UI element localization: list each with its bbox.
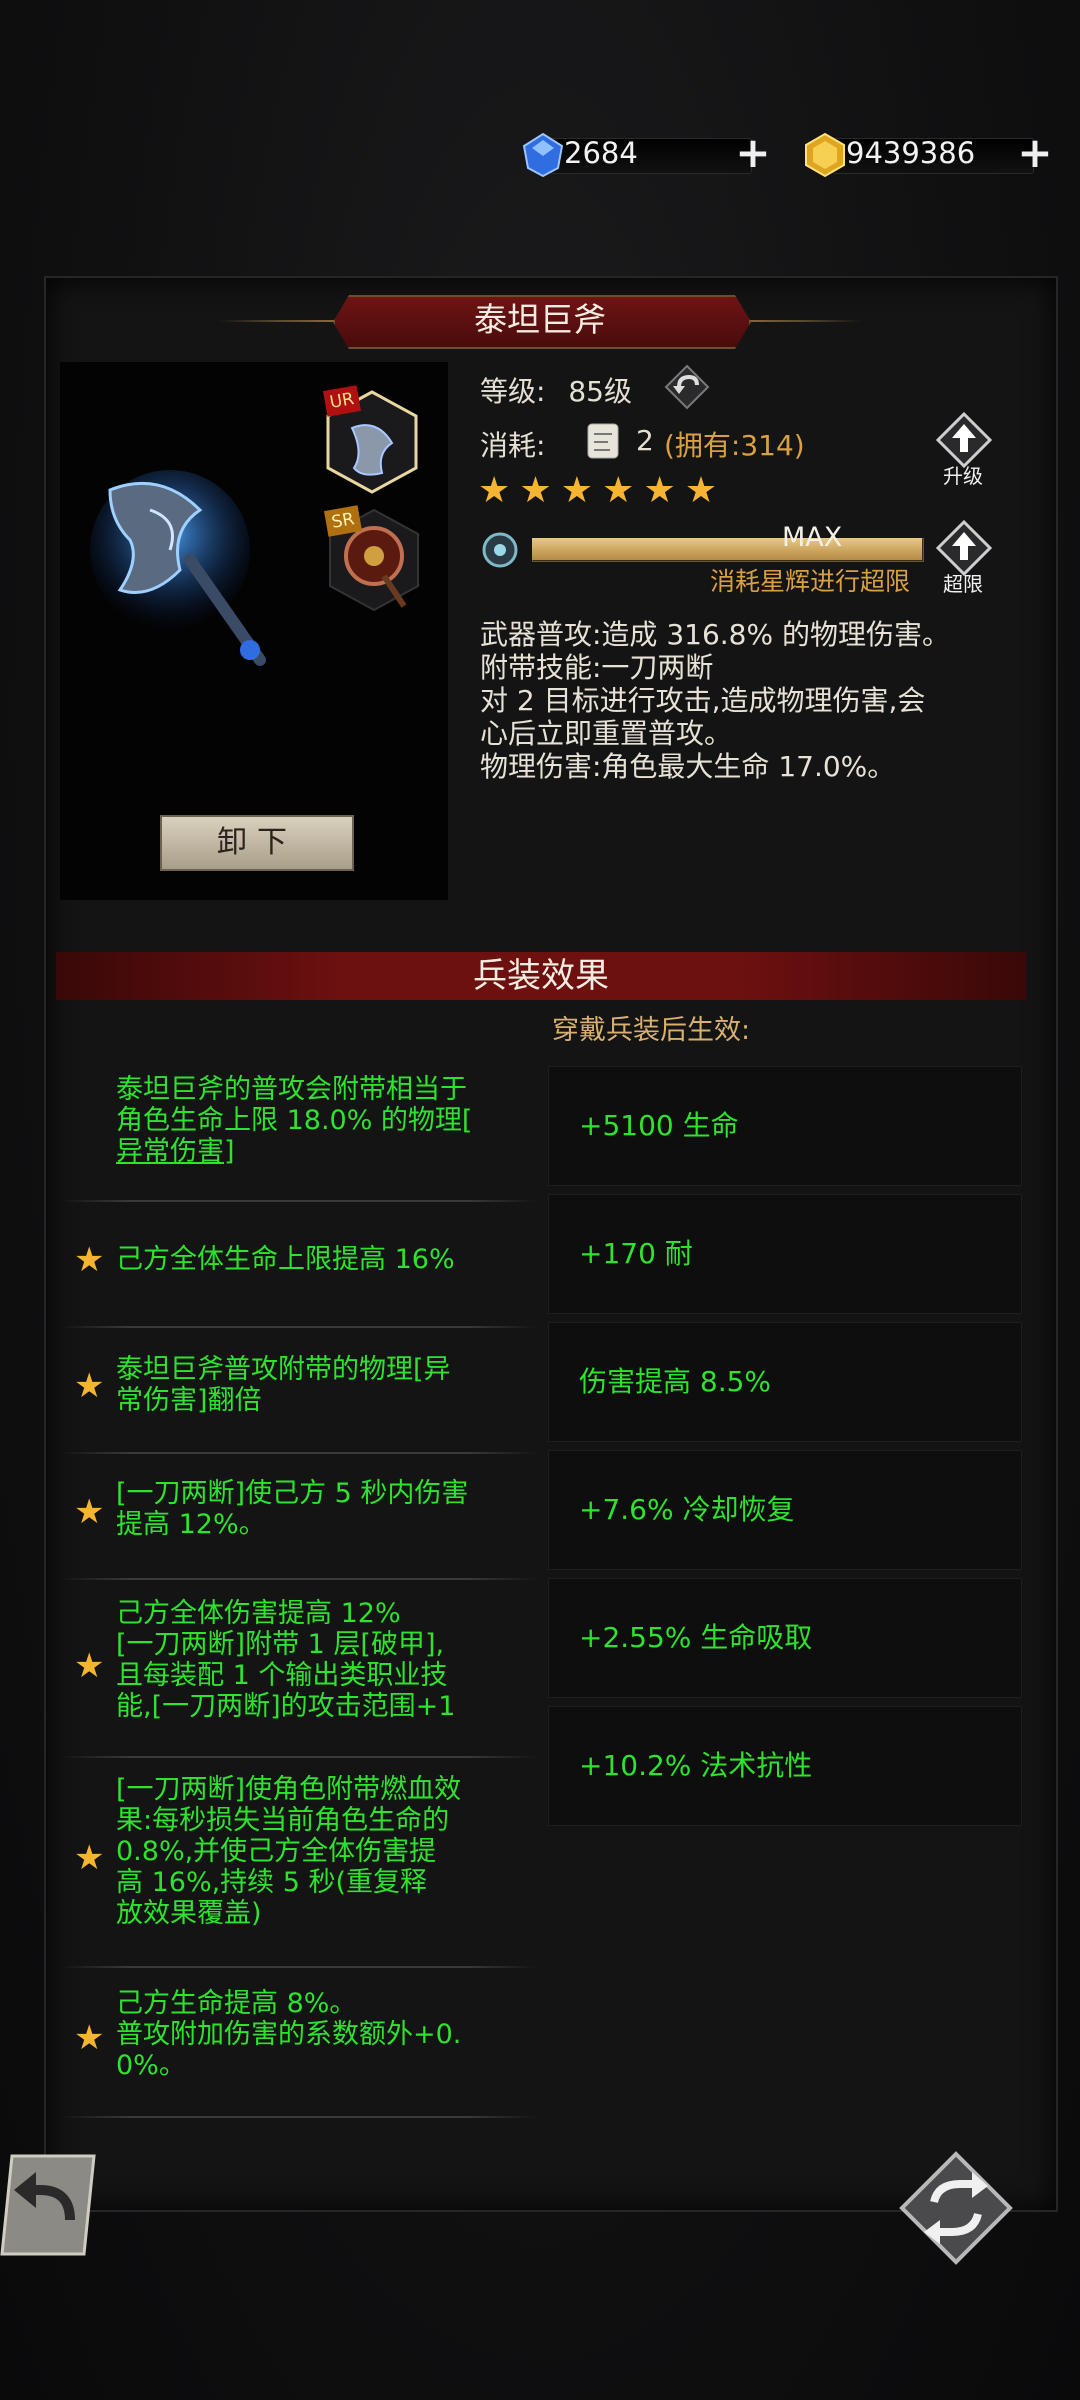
- effects-subtitle: 穿戴兵装后生效:: [552, 1015, 751, 1046]
- progress-text: MAX: [782, 522, 843, 553]
- scroll-material-icon: [587, 423, 619, 459]
- stat-row: +170 耐: [548, 1194, 1022, 1314]
- effect-line: [一刀两断]使己方 5 秒内伤害: [116, 1478, 469, 1509]
- effect-line: 提高 12%。: [116, 1509, 266, 1540]
- effect-item: ★ 泰坦巨斧普攻附带的物理[异 常伤害]翻倍: [60, 1328, 538, 1454]
- stat-text: +2.55% 生命吸取: [579, 1621, 813, 1654]
- gold-coin-icon: [805, 132, 845, 178]
- limit-break-label: 超限: [943, 572, 983, 596]
- effect-line: 己方生命提高 8%。: [116, 1988, 357, 2019]
- blue-gem-icon: [522, 132, 564, 178]
- gem-currency: 2684 +: [520, 132, 780, 178]
- effect-item: 泰坦巨斧的普攻会附带相当于 角色生命上限 18.0% 的物理[ 异常伤害]: [60, 1068, 538, 1202]
- cost-owned: (拥有:314): [664, 429, 805, 462]
- effect-line: 0.8%,并使己方全体伤害提: [116, 1836, 437, 1867]
- cost-count: 2: [636, 424, 654, 457]
- effect-line: 高 16%,持续 5 秒(重复释: [116, 1867, 428, 1898]
- effect-line: 己方全体生命上限提高 16%: [116, 1244, 455, 1275]
- desc-line: 武器普攻:造成 316.8% 的物理伤害。: [480, 618, 950, 651]
- star-icon: ★: [74, 2018, 105, 2058]
- desc-line: 心后立即重置普攻。: [480, 717, 733, 750]
- star-rating: ★ ★ ★ ★ ★ ★: [478, 470, 717, 511]
- stat-row: +2.55% 生命吸取: [548, 1578, 1022, 1698]
- star-icon: ★: [684, 470, 718, 511]
- effect-line: 放效果覆盖): [116, 1898, 262, 1929]
- star-icon: ★: [74, 1492, 105, 1532]
- effect-line: 0%。: [116, 2050, 186, 2081]
- effects-title: 兵装效果: [473, 956, 609, 996]
- star-icon: ★: [74, 1366, 105, 1406]
- effect-item: ★ 己方全体伤害提高 12% [一刀两断]附带 1 层[破甲], 且每装配 1 …: [60, 1580, 538, 1758]
- stat-row: +7.6% 冷却恢复: [548, 1450, 1022, 1570]
- effect-line: 且每装配 1 个输出类职业技: [116, 1660, 448, 1691]
- effect-line: 泰坦巨斧的普攻会附带相当于: [116, 1074, 467, 1105]
- add-gems-button[interactable]: +: [734, 132, 772, 174]
- divider: [60, 2116, 538, 2118]
- effect-line: 普攻附加伤害的系数额外+0.: [116, 2019, 462, 2050]
- progress-fill: [532, 538, 922, 560]
- effect-line: 泰坦巨斧普攻附带的物理[异: [116, 1354, 451, 1385]
- desc-line: 附带技能:一刀两断: [480, 651, 714, 684]
- desc-line: 物理伤害:角色最大生命 17.0%。: [480, 750, 896, 783]
- stat-text: +5100 生命: [579, 1109, 739, 1142]
- gem-amount: 2684: [564, 136, 638, 170]
- title-line-right: [742, 320, 862, 322]
- star-icon: ★: [74, 1646, 105, 1686]
- axe-artwork-icon: [90, 470, 266, 666]
- weapon-description: 武器普攻:造成 316.8% 的物理伤害。 附带技能:一刀两断 对 2 目标进行…: [480, 618, 1030, 783]
- stat-row: 伤害提高 8.5%: [548, 1322, 1022, 1442]
- progress-hint: 消耗星辉进行超限: [710, 567, 911, 596]
- effect-line: [一刀两断]附带 1 层[破甲],: [116, 1629, 445, 1660]
- effect-line: 异常伤害]: [116, 1136, 235, 1167]
- effect-item: ★ [一刀两断]使己方 5 秒内伤害 提高 12%。: [60, 1454, 538, 1580]
- weapon-title: 泰坦巨斧: [474, 300, 606, 339]
- star-icon: ★: [74, 1240, 105, 1280]
- effect-line: 果:每秒损失当前角色生命的: [116, 1805, 450, 1836]
- effect-line: [一刀两断]使角色附带燃血效: [116, 1774, 462, 1805]
- stat-text: 伤害提高 8.5%: [579, 1365, 772, 1398]
- level-reset-icon[interactable]: [664, 364, 710, 410]
- cost-label: 消耗:: [480, 429, 546, 462]
- effect-item: ★ 己方生命提高 8%。 普攻附加伤害的系数额外+0. 0%。: [60, 1968, 538, 2118]
- effect-line: 角色生命上限 18.0% 的物理[: [116, 1105, 473, 1136]
- effect-line: 己方全体伤害提高 12%: [116, 1598, 401, 1629]
- gold-amount: 9439386: [846, 136, 976, 170]
- title-line-left: [218, 320, 338, 322]
- star-icon: ★: [643, 470, 676, 511]
- star-icon: ★: [560, 470, 594, 511]
- back-arrow-icon[interactable]: [0, 2150, 100, 2260]
- effect-line: 能,[一刀两断]的攻击范围+1: [116, 1691, 456, 1722]
- level-label: 等级:: [480, 375, 546, 408]
- unequip-button[interactable]: 卸下: [160, 815, 354, 871]
- effect-item: ★ 己方全体生命上限提高 16%: [60, 1202, 538, 1328]
- upgrade-label: 升级: [943, 464, 983, 488]
- stat-text: +170 耐: [579, 1237, 693, 1270]
- level-value: 85级: [568, 375, 632, 408]
- star-icon: ★: [74, 1838, 105, 1878]
- starlight-icon: [482, 532, 518, 568]
- stat-text: +10.2% 法术抗性: [579, 1749, 813, 1782]
- desc-line: 对 2 目标进行攻击,造成物理伤害,会: [480, 684, 926, 717]
- star-icon: ★: [519, 470, 552, 511]
- swap-icon[interactable]: [898, 2150, 1014, 2266]
- add-gold-button[interactable]: +: [1016, 132, 1054, 174]
- star-icon: ★: [478, 470, 511, 511]
- gold-currency: 9439386 +: [802, 132, 1062, 178]
- stat-row: +10.2% 法术抗性: [548, 1706, 1022, 1826]
- star-icon: ★: [602, 470, 635, 511]
- effect-line: 常伤害]翻倍: [116, 1385, 262, 1416]
- stat-row: +5100 生命: [548, 1066, 1022, 1186]
- effect-item: ★ [一刀两断]使角色附带燃血效 果:每秒损失当前角色生命的 0.8%,并使己方…: [60, 1758, 538, 1968]
- stat-text: +7.6% 冷却恢复: [579, 1493, 795, 1526]
